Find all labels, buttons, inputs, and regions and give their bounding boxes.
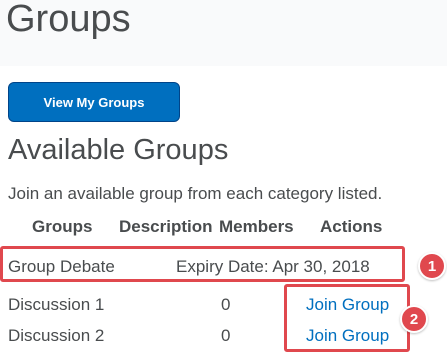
column-header-members: Members: [219, 217, 294, 236]
callout-badge-2: 2: [400, 305, 428, 333]
group-row-members: 0: [221, 295, 231, 314]
section-intro-text: Join an available group from each catego…: [8, 184, 383, 203]
view-my-groups-button[interactable]: View My Groups: [8, 82, 180, 122]
group-row-name: Discussion 2: [8, 326, 105, 345]
highlight-box-category: [0, 246, 405, 282]
group-row-members: 0: [221, 326, 231, 345]
group-row-name: Discussion 1: [8, 295, 105, 314]
callout-badge-1: 1: [418, 252, 446, 280]
column-header-groups: Groups: [32, 217, 93, 236]
section-title: Available Groups: [8, 134, 229, 166]
column-header-actions: Actions: [320, 217, 383, 236]
highlight-box-join-links: [284, 284, 410, 352]
page-title: Groups: [6, 0, 131, 40]
column-header-description: Description: [119, 217, 213, 236]
